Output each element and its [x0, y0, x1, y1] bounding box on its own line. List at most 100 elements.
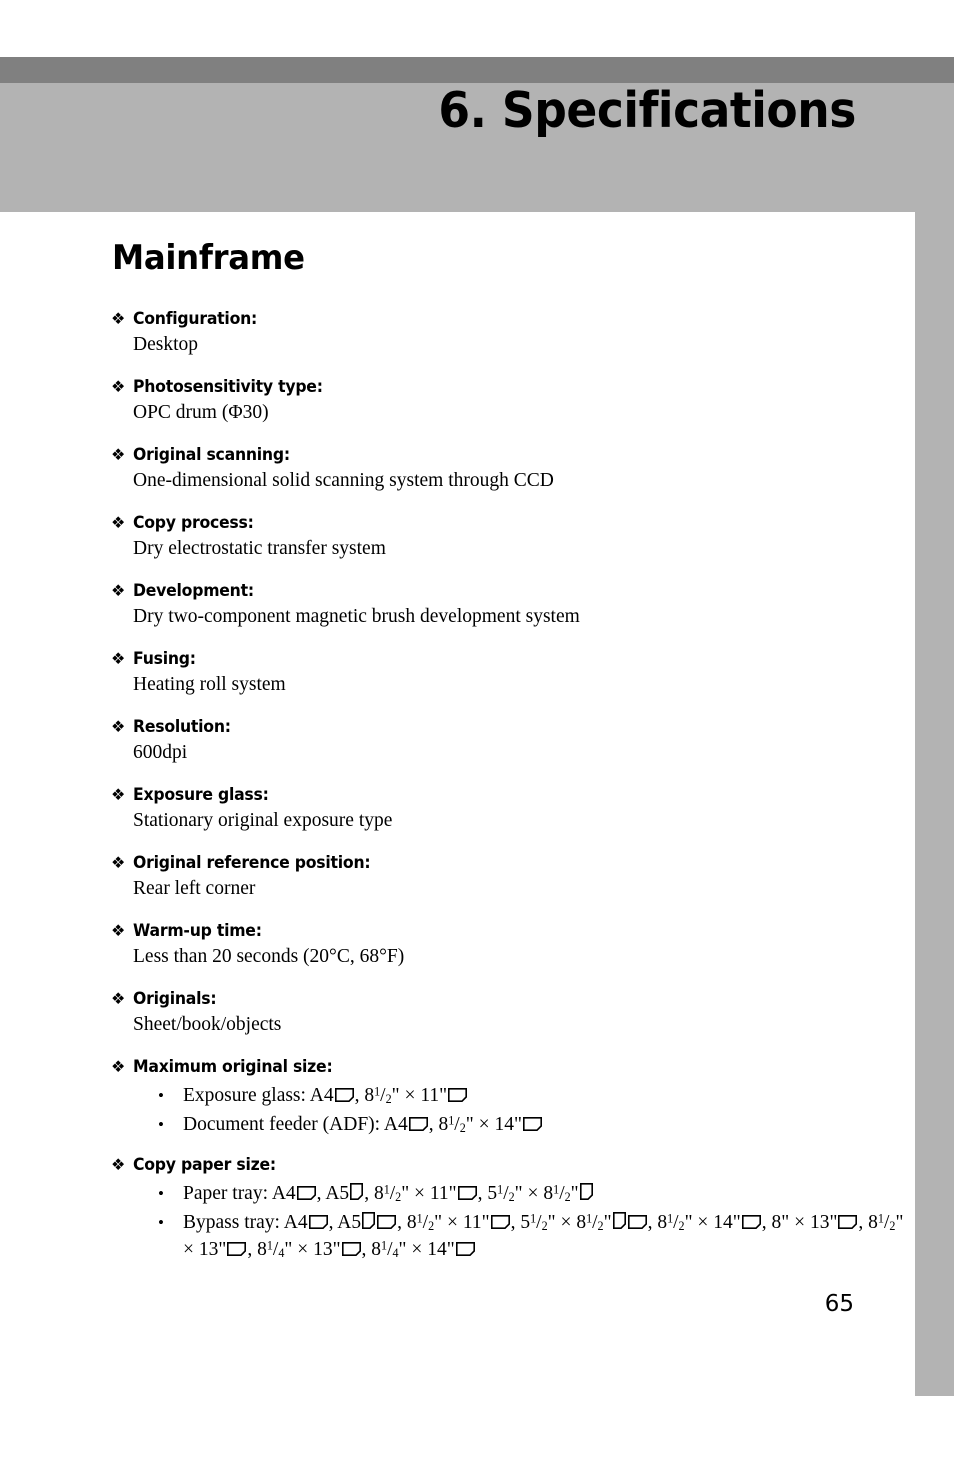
measurement-fraction: 81/2 [364, 1084, 392, 1107]
diamond-bullet-icon: ❖ [111, 377, 126, 396]
measurement-fraction: 51/2 [520, 1211, 548, 1234]
page-number: 65 [824, 1291, 854, 1317]
page-body: Mainframe ❖ Configuration: Desktop ❖ Photose… [0, 212, 915, 1396]
diamond-bullet-icon: ❖ [111, 581, 126, 600]
paper-landscape-icon [308, 1215, 328, 1229]
spec-term: Resolution: [133, 717, 231, 736]
paper-size-text: A5 [325, 1183, 350, 1204]
spec-entry: ❖ Exposure glass: Stationary original expo… [0, 784, 915, 834]
paper-size-text: " × 11" [401, 1183, 457, 1204]
diamond-bullet-icon: ❖ [111, 649, 126, 668]
paper-landscape-icon [627, 1215, 647, 1229]
measurement-fraction: 81/4 [371, 1238, 399, 1261]
paper-size-text: A5 [337, 1212, 362, 1233]
round-bullet-icon: • [158, 1213, 164, 1232]
spec-term: Exposure glass: [133, 785, 269, 804]
paper-landscape-icon [334, 1088, 354, 1102]
paper-size-text: " × [514, 1183, 544, 1204]
spec-description: Less than 20 seconds (20°C, 68°F) [133, 946, 405, 967]
spec-description: OPC drum (Φ30) [133, 402, 269, 423]
paper-size-text: " × 13" [284, 1239, 341, 1260]
paper-size-text: , [477, 1183, 488, 1204]
spec-term: Maximum original size: [133, 1057, 333, 1076]
spec-entry: ❖ Original reference position: Rear left c… [0, 852, 915, 902]
spec-description: Sheet/book/objects [133, 1014, 282, 1035]
diamond-bullet-icon: ❖ [111, 717, 126, 736]
spec-term: Copy process: [133, 513, 254, 532]
paper-landscape-icon [227, 1242, 247, 1256]
spec-description: Dry electrostatic transfer system [133, 538, 386, 559]
spec-entry: ❖ Resolution: 600dpi [0, 716, 915, 766]
paper-size-text: , [510, 1212, 521, 1233]
list-item: • Document feeder (ADF): A4, 81/2" × 14" [153, 1111, 915, 1138]
measurement-fraction: 81/2 [438, 1113, 466, 1136]
spec-entry: ❖ Original scanning: One-dimensional solid… [0, 444, 915, 494]
chapter-header-rule [0, 57, 954, 83]
spec-term: Original reference position: [133, 853, 371, 872]
spec-entry: ❖ Copy process: Dry electrostatic transfer… [0, 512, 915, 562]
paper-size-text: , [247, 1239, 258, 1260]
paper-size-text: , [354, 1085, 365, 1106]
paper-portrait-icon [350, 1183, 364, 1200]
paper-size-text: " [570, 1183, 579, 1204]
paper-source-label: Exposure glass: [183, 1085, 310, 1106]
paper-size-text: , [858, 1212, 869, 1233]
paper-size-text: A4 [309, 1085, 334, 1106]
spec-term: Fusing: [133, 649, 196, 668]
paper-landscape-icon [457, 1186, 477, 1200]
spec-description: Rear left corner [133, 878, 256, 899]
spec-term: Copy paper size: [133, 1155, 276, 1174]
paper-landscape-icon [490, 1215, 510, 1229]
spec-entry: ❖ Warm-up time: Less than 20 seconds (20°C… [0, 920, 915, 970]
diamond-bullet-icon: ❖ [111, 921, 126, 940]
paper-size-text: A4 [383, 1114, 408, 1135]
paper-landscape-icon [522, 1117, 542, 1131]
paper-size-text: " × 14" [465, 1114, 522, 1135]
paper-size-text: " × 11" [434, 1212, 490, 1233]
list-item: • Exposure glass: A4, 81/2" × 11" [153, 1082, 915, 1109]
paper-portrait-icon [612, 1212, 626, 1229]
paper-size-text: " × 14" [684, 1212, 741, 1233]
paper-landscape-icon [377, 1215, 397, 1229]
diamond-bullet-icon: ❖ [111, 1155, 126, 1174]
spec-description: Heating roll system [133, 674, 286, 695]
diamond-bullet-icon: ❖ [111, 1057, 126, 1076]
paper-portrait-icon [362, 1212, 376, 1229]
paper-landscape-icon [455, 1242, 475, 1256]
paper-size-text: , [361, 1239, 372, 1260]
paper-landscape-icon [296, 1186, 316, 1200]
spec-term: Configuration: [133, 309, 258, 328]
diamond-bullet-icon: ❖ [111, 785, 126, 804]
spec-description: Desktop [133, 334, 198, 355]
paper-portrait-icon [579, 1183, 593, 1200]
paper-size-list: • Exposure glass: A4, 81/2" × 11" • Documen… [133, 1082, 915, 1138]
paper-size-text: , [428, 1114, 439, 1135]
spec-entry: ❖ Fusing: Heating roll system [0, 648, 915, 698]
list-item: • Paper tray: A4, A5, 81/2" × 11", 51/2" … [153, 1180, 915, 1207]
paper-landscape-icon [448, 1088, 468, 1102]
paper-size-text: " [603, 1212, 612, 1233]
spec-entry: ❖ Development: Dry two-component magnetic … [0, 580, 915, 630]
diamond-bullet-icon: ❖ [111, 989, 126, 1008]
spec-term: Originals: [133, 989, 217, 1008]
paper-landscape-icon [741, 1215, 761, 1229]
section-title: Mainframe [112, 238, 305, 278]
diamond-bullet-icon: ❖ [111, 853, 126, 872]
round-bullet-icon: • [158, 1086, 164, 1105]
spec-description: 600dpi [133, 742, 188, 763]
paper-size-text: " × 11" [391, 1085, 448, 1106]
spec-description: Stationary original exposure type [133, 810, 393, 831]
right-margin-band [915, 212, 954, 1396]
paper-size-text: 8" × 13" [771, 1212, 838, 1233]
paper-size-text: , [761, 1212, 772, 1233]
measurement-fraction: 81/2 [373, 1182, 402, 1205]
spec-description: Dry two-component magnetic brush develop… [133, 606, 580, 627]
spec-entry: ❖ Photosensitivity type: OPC drum (Φ30) [0, 376, 915, 426]
paper-size-list: • Paper tray: A4, A5, 81/2" × 11", 51/2" … [133, 1180, 915, 1263]
list-item: • Bypass tray: A4, A5, 81/2" × 11", 51/2"… [153, 1209, 915, 1263]
diamond-bullet-icon: ❖ [111, 309, 126, 328]
measurement-fraction: 81/2 [657, 1211, 685, 1234]
spec-description: One-dimensional solid scanning system th… [133, 470, 554, 491]
paper-source-label: Document feeder (ADF): [183, 1114, 384, 1135]
spec-term: Original scanning: [133, 445, 290, 464]
